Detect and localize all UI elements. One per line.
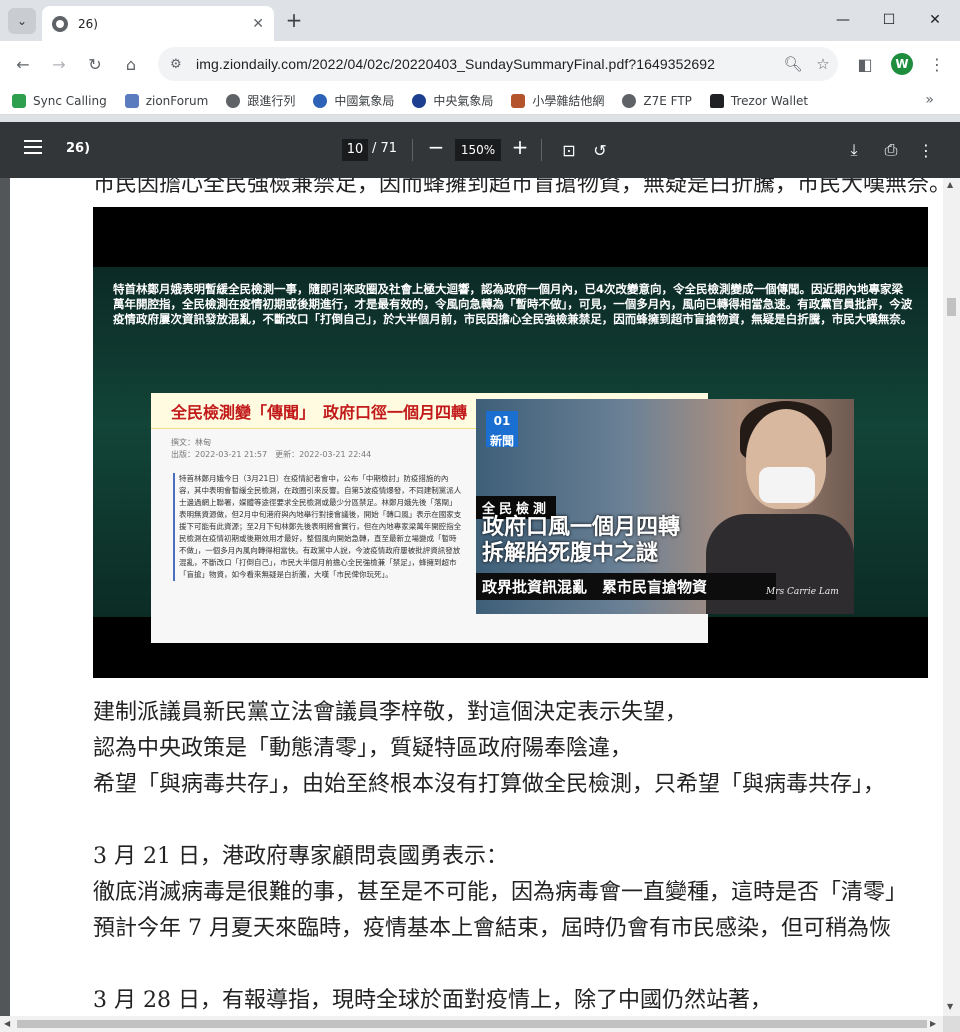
chrome-menu-icon[interactable]: ⋮ <box>925 52 949 76</box>
scroll-down-arrow-icon[interactable]: ▼ <box>947 1002 953 1011</box>
bookmark-favicon-icon <box>12 93 26 108</box>
zoom-icon[interactable]: 🔍︎ <box>778 55 808 73</box>
page-total: / 71 <box>372 141 398 156</box>
maximize-button[interactable]: ☐ <box>866 0 912 40</box>
tab-close-icon[interactable]: ✕ <box>252 16 264 32</box>
globe-icon <box>622 93 637 108</box>
vertical-scrollbar[interactable]: ▲ ▼ <box>943 178 960 1016</box>
more-bookmarks-icon[interactable]: » <box>925 92 934 108</box>
paragraph-line: 預計今年 7 月夏天來臨時，疫情基本上會結束，屆時仍會有市民感染，但可稍為恢 <box>93 916 891 941</box>
paragraph-line: 建制派議員新民黨立法會議員李梓敬，對這個決定表示失望， <box>93 700 688 725</box>
tab-search-button[interactable]: ⌄ <box>8 8 36 34</box>
tab-title: 26) <box>78 16 98 31</box>
browser-toolbar: ← → ↻ ⌂ ⚙ img.ziondaily.com/2022/04/02c/… <box>0 41 960 87</box>
rotate-icon[interactable]: ↺ <box>589 139 611 161</box>
bookmark-favicon-icon <box>412 93 427 108</box>
pdf-toolbar: 26) 10 / 71 − 150% + ⊡ ↺ ⤓ ⎙ ⋮ <box>0 122 960 178</box>
paragraph-line: 希望「與病毒共存」，由始至終根本沒有打算做全民檢測，只希望「與病毒共存」， <box>93 772 886 797</box>
pdf-title: 26) <box>66 141 91 156</box>
bookmark-trezor[interactable]: Trezor Wallet <box>709 93 808 108</box>
video-thumbnail: 01 新聞 全民檢測 政府口風一個月四轉 拆解胎死腹中之謎 政界批資訊混亂 累市… <box>476 399 854 614</box>
menu-icon[interactable] <box>24 140 42 160</box>
vertical-scroll-thumb[interactable] <box>947 298 956 316</box>
globe-icon <box>226 93 241 108</box>
bookmark-cma[interactable]: 中國氣象局 <box>313 92 394 109</box>
globe-icon <box>52 15 68 32</box>
clip-body: 特首林鄭月娥今日（3月21日）在疫情記者會中，公布「中期檢討」防疫措施的內容，其… <box>173 473 463 581</box>
bookmark-cwb[interactable]: 中央氣象局 <box>412 92 493 109</box>
horizontal-scrollbar[interactable]: ◀ ▶ <box>0 1016 943 1032</box>
zoom-out-button[interactable]: − <box>424 136 448 160</box>
scroll-up-arrow-icon[interactable]: ▲ <box>947 180 953 189</box>
reload-icon[interactable]: ↻ <box>83 52 107 76</box>
paragraph-line: 3 月 28 日，有報導指，現時全球於面對疫情上，除了中國仍然站著， <box>93 988 772 1013</box>
face-mask <box>759 467 815 503</box>
bookmark-star-icon[interactable]: ☆ <box>808 55 838 73</box>
bookmark-sync-calling[interactable]: Sync Calling <box>12 93 107 108</box>
new-tab-button[interactable]: + <box>282 9 306 33</box>
image-overlay-text: 特首林鄭月娥表明暫緩全民檢測一事，隨即引來政圈及社會上極大迴響，認為政府一個月內… <box>113 282 913 326</box>
site-info-icon[interactable]: ⚙ <box>170 57 186 72</box>
divider <box>541 139 542 161</box>
cut-off-text-line: 市民因擔心全民強檢兼禁足，因而蜂擁到超市盲搶物資，無疑是白折騰，市民大嘆無奈。 <box>93 178 943 197</box>
news-logo: 01 新聞 <box>486 411 518 448</box>
divider <box>412 139 413 161</box>
scroll-corner <box>943 1016 960 1032</box>
page-number-input[interactable]: 10 <box>342 139 368 161</box>
zoom-in-button[interactable]: + <box>508 136 532 160</box>
paragraph-line: 3 月 21 日，港政府專家顧問袁國勇表示： <box>93 844 508 869</box>
side-panel-icon[interactable]: ◧ <box>853 52 877 76</box>
bookmarks-bar: Sync Calling zionForum 跟進行列 中國氣象局 中央氣象局 … <box>0 87 960 115</box>
bookmark-follow-up-list[interactable]: 跟進行列 <box>226 92 295 109</box>
clip-meta: 撰文：林甸 出版：2022-03-21 21:57 更新：2022-03-21 … <box>171 438 372 459</box>
url-text: img.ziondaily.com/2022/04/02c/20220403_S… <box>196 56 716 72</box>
video-signature: Mrs Carrie Lam <box>766 587 839 597</box>
more-actions-icon[interactable]: ⋮ <box>915 139 937 161</box>
profile-avatar[interactable]: W <box>891 53 913 75</box>
back-icon[interactable]: ← <box>11 52 35 76</box>
scroll-left-arrow-icon[interactable]: ◀ <box>4 1019 10 1028</box>
scroll-right-arrow-icon[interactable]: ▶ <box>930 1019 936 1028</box>
horizontal-scroll-thumb[interactable] <box>17 1020 927 1028</box>
forward-icon[interactable]: → <box>47 52 71 76</box>
paragraph-line: 徹底消滅病毒是很難的事，甚至是不可能，因為病毒會一直變種，這時是否「清零」 <box>93 880 908 905</box>
minimize-button[interactable]: — <box>820 0 866 40</box>
bookmark-favicon-icon <box>313 93 328 108</box>
download-icon[interactable]: ⤓ <box>843 139 865 161</box>
pdf-page: 市民因擔心全民強檢兼禁足，因而蜂擁到超市盲搶物資，無疑是白折騰，市民大嘆無奈。 … <box>10 178 943 1016</box>
embedded-news-image: 特首林鄭月娥表明暫緩全民檢測一事，隨即引來政圈及社會上極大迴響，認為政府一個月內… <box>93 207 928 678</box>
video-headline: 政府口風一個月四轉 拆解胎死腹中之謎 <box>482 515 681 566</box>
tab-strip: ⌄ 26) ✕ + — ☐ ✕ <box>0 0 960 41</box>
bookmark-ftp[interactable]: Z7E FTP <box>622 93 692 108</box>
video-subheadline: 政界批資訊混亂 累市民盲搶物資 <box>476 573 776 600</box>
bookmark-favicon-icon <box>124 93 139 108</box>
lock-icon <box>709 93 724 108</box>
close-window-button[interactable]: ✕ <box>912 0 958 40</box>
print-icon[interactable]: ⎙ <box>880 139 902 161</box>
paragraph-line: 認為中央政策是「動態清零」，質疑特區政府陽奉陰違， <box>93 736 633 761</box>
fit-page-icon[interactable]: ⊡ <box>558 139 580 161</box>
bookmark-guitar[interactable]: 小學雜結他網 <box>511 92 604 109</box>
home-icon[interactable]: ⌂ <box>119 52 143 76</box>
zoom-level-input[interactable]: 150% <box>455 139 501 161</box>
browser-tab[interactable]: 26) ✕ <box>42 6 274 41</box>
pdf-viewer[interactable]: 市民因擔心全民強檢兼禁足，因而蜂擁到超市盲搶物資，無疑是白折騰，市民大嘆無奈。 … <box>0 178 943 1016</box>
bookmark-zionforum[interactable]: zionForum <box>124 93 208 108</box>
bookmark-favicon-icon <box>511 93 526 108</box>
address-bar[interactable]: ⚙ img.ziondaily.com/2022/04/02c/20220403… <box>158 47 838 81</box>
